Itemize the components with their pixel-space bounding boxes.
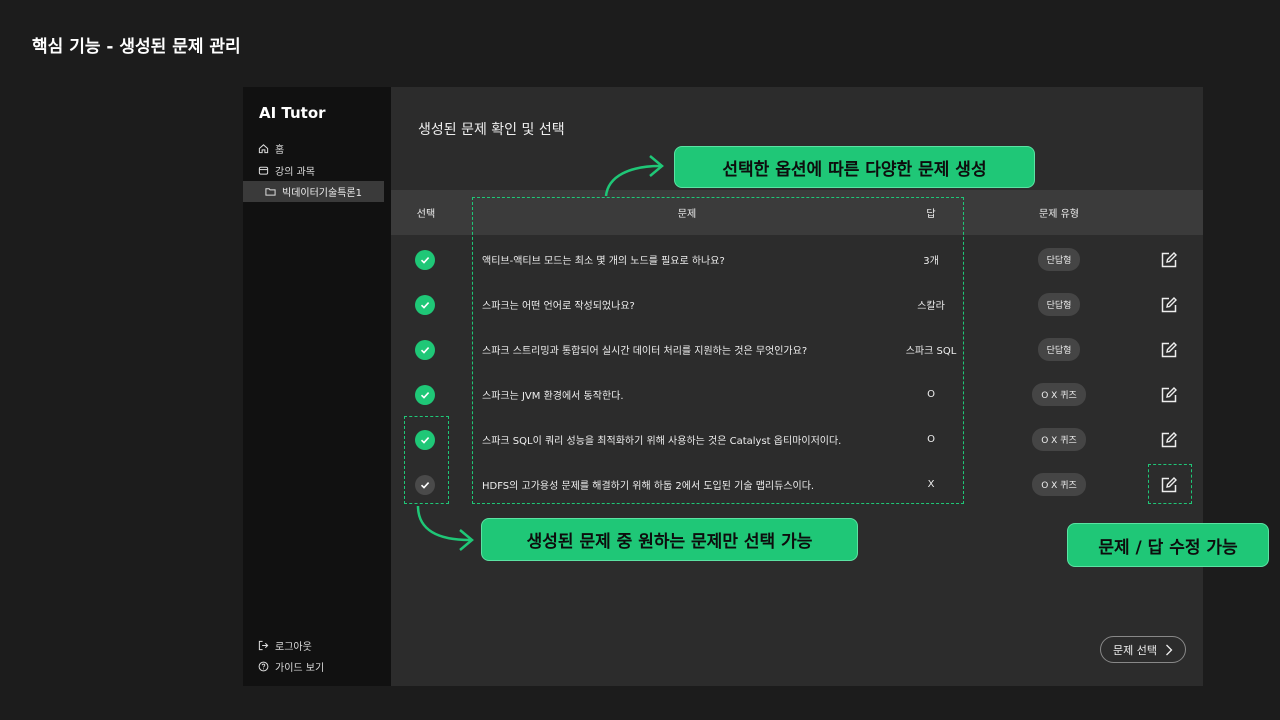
type-badge: O X 퀴즈 xyxy=(1032,428,1086,451)
nav-guide-label: 가이드 보기 xyxy=(275,663,325,674)
type-badge: O X 퀴즈 xyxy=(1032,473,1086,496)
edit-button[interactable] xyxy=(1160,372,1178,417)
type-badge: 단답형 xyxy=(1037,248,1081,271)
row-checkbox[interactable] xyxy=(415,327,435,372)
edit-icon xyxy=(1161,431,1177,447)
page-title: 생성된 문제 확인 및 선택 xyxy=(418,122,565,138)
column-header-select: 선택 xyxy=(416,209,436,220)
edit-highlight xyxy=(1148,464,1192,504)
nav-home[interactable]: 홈 xyxy=(258,141,284,156)
nav-guide[interactable]: 가이드 보기 xyxy=(258,659,324,674)
question-answer-highlight xyxy=(472,197,964,504)
nav-course-item[interactable]: 빅데이터기술특론1 xyxy=(243,181,384,202)
edit-icon xyxy=(1161,386,1177,402)
edit-button[interactable] xyxy=(1160,237,1178,282)
check-icon xyxy=(415,339,435,360)
edit-button[interactable] xyxy=(1160,327,1178,372)
left-arrow-icon xyxy=(416,505,474,551)
logout-icon xyxy=(258,640,269,651)
row-checkbox[interactable] xyxy=(415,282,435,327)
nav-course-item-label: 빅데이터기술특론1 xyxy=(282,188,362,199)
home-icon xyxy=(258,144,269,154)
nav-courses[interactable]: 강의 과목 xyxy=(258,163,315,178)
chevron-right-icon xyxy=(1166,644,1173,655)
edit-button[interactable] xyxy=(1160,417,1178,462)
edit-icon xyxy=(1161,341,1177,357)
type-badge: O X 퀴즈 xyxy=(1032,383,1086,406)
callout-top: 선택한 옵션에 따른 다양한 문제 생성 xyxy=(674,146,1035,188)
select-questions-button[interactable]: 문제 선택 xyxy=(1100,636,1186,663)
row-checkbox[interactable] xyxy=(415,372,435,417)
callout-left: 생성된 문제 중 원하는 문제만 선택 가능 xyxy=(481,518,858,561)
slide-title: 핵심 기능 - 생성된 문제 관리 xyxy=(32,37,241,57)
folder-icon xyxy=(265,188,276,196)
check-icon xyxy=(415,249,435,270)
check-icon xyxy=(415,294,435,315)
sidebar: AI Tutor 홈 강의 과목 빅데이터기술특론1 로그아웃 가이드 보기 xyxy=(243,87,391,686)
brand-logo: AI Tutor xyxy=(259,104,326,122)
help-circle-icon xyxy=(258,661,269,672)
top-arrow-icon xyxy=(604,155,664,197)
column-header-type: 문제 유형 xyxy=(1039,209,1079,220)
edit-icon xyxy=(1161,251,1177,267)
type-badge: 단답형 xyxy=(1037,338,1081,361)
select-questions-label: 문제 선택 xyxy=(1113,643,1157,657)
course-box-icon xyxy=(258,166,269,175)
type-badge: 단답형 xyxy=(1037,293,1081,316)
checkbox-highlight xyxy=(404,416,449,504)
nav-logout-label: 로그아웃 xyxy=(275,642,312,653)
callout-right: 문제 / 답 수정 가능 xyxy=(1067,523,1269,567)
nav-courses-label: 강의 과목 xyxy=(275,167,315,178)
edit-icon xyxy=(1161,296,1177,312)
nav-home-label: 홈 xyxy=(275,145,285,156)
check-icon xyxy=(415,384,435,405)
nav-logout[interactable]: 로그아웃 xyxy=(258,638,312,653)
edit-button[interactable] xyxy=(1160,282,1178,327)
row-checkbox[interactable] xyxy=(415,237,435,282)
